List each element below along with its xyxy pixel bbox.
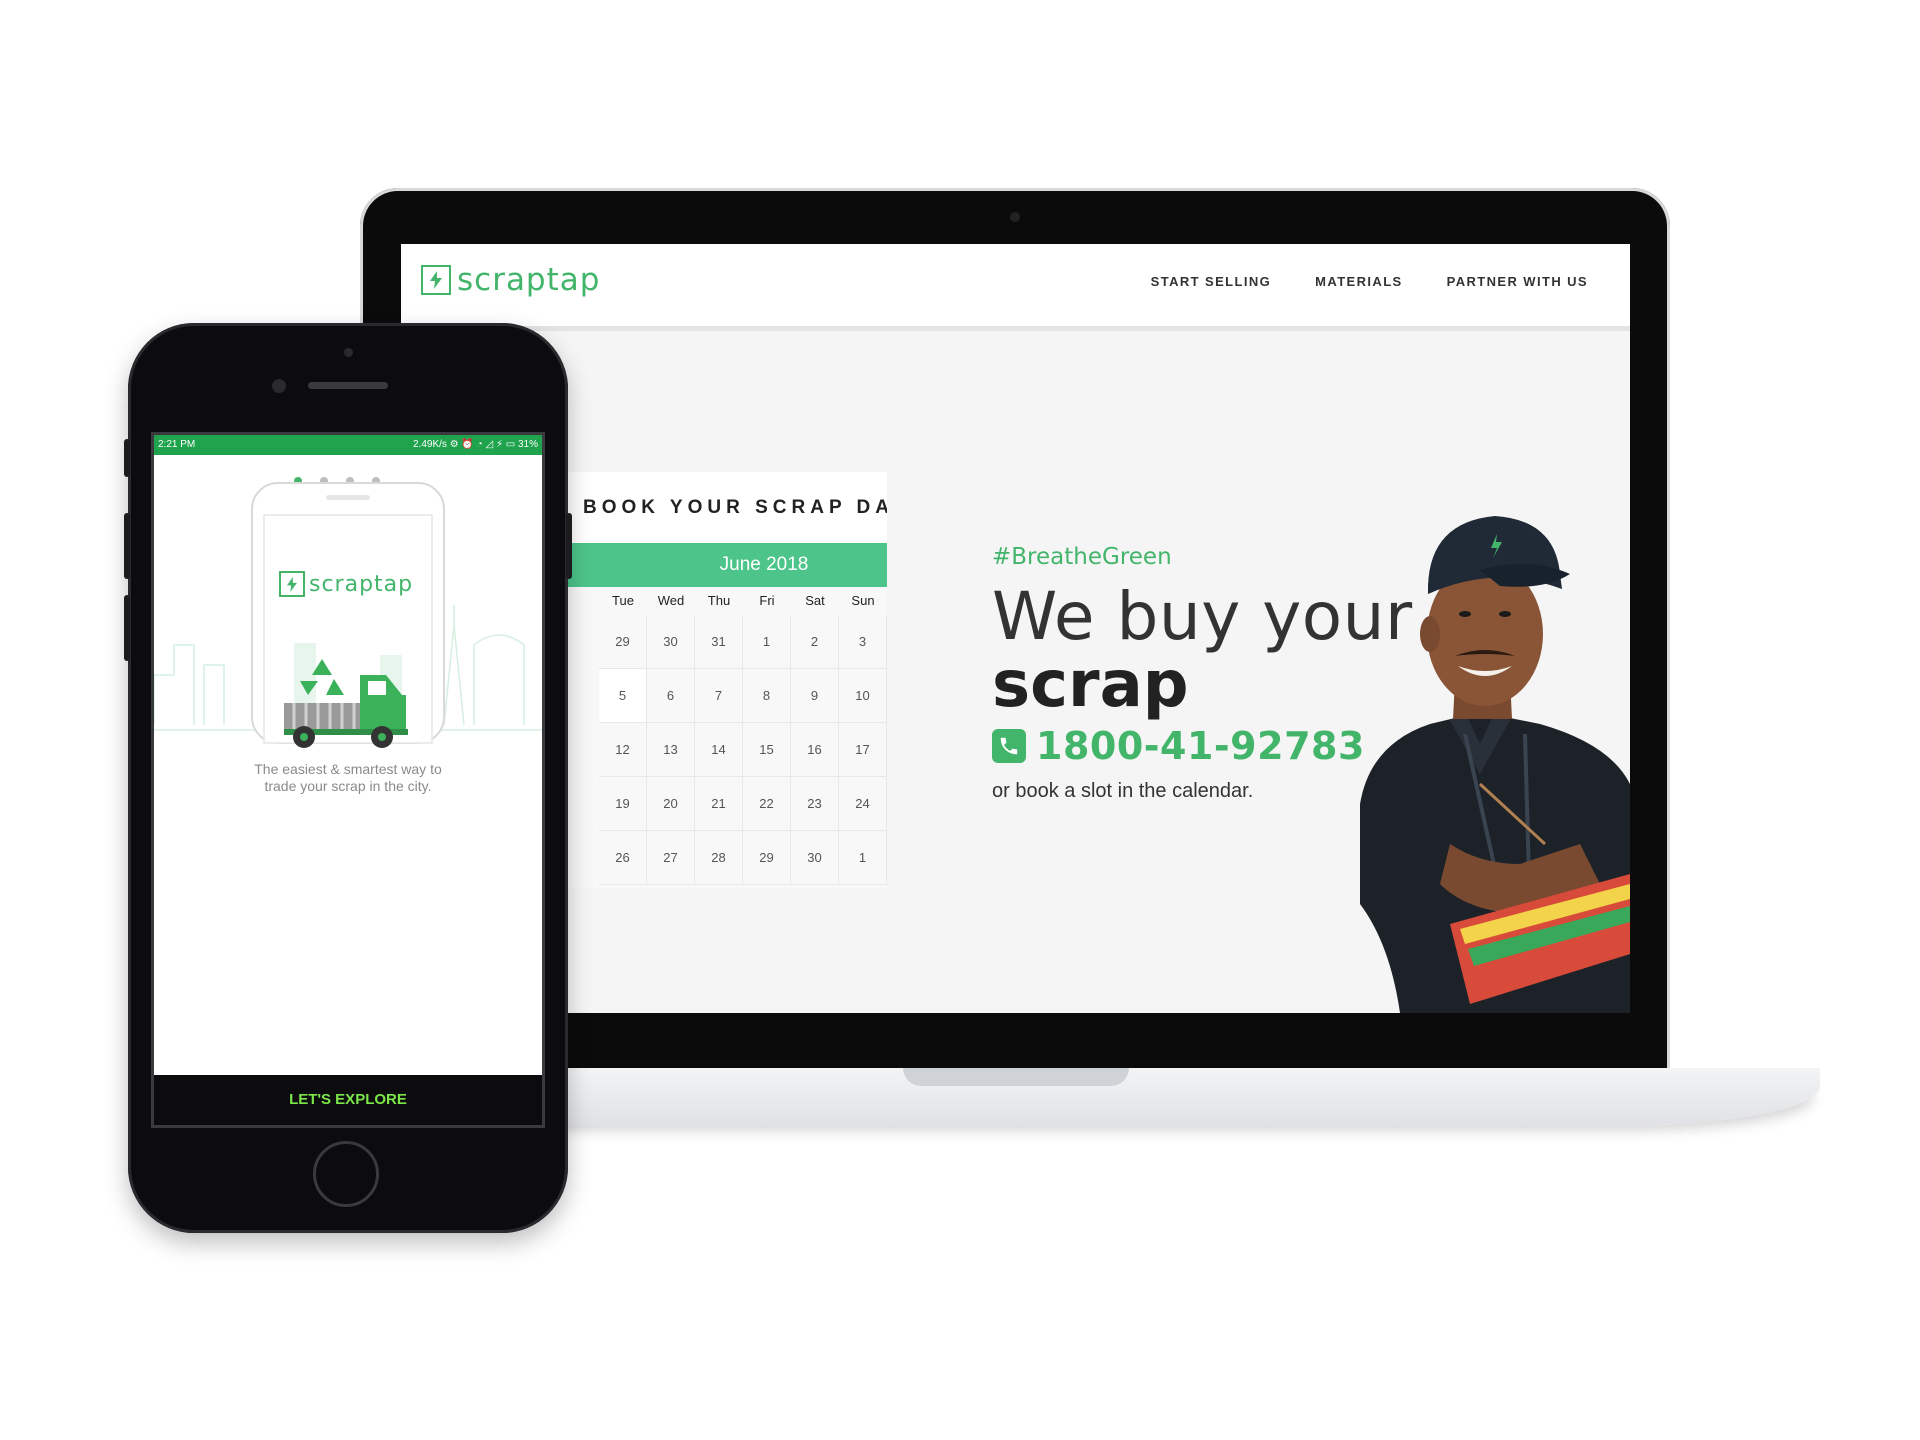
calendar-day[interactable]: 16 [791,723,839,777]
calendar-day[interactable]: 30 [647,615,695,669]
calendar-weekdays: Tue Wed Thu Fri Sat Sun [551,587,887,615]
calendar-day[interactable]: 2 [791,615,839,669]
calendar-day[interactable]: 29 [743,831,791,885]
app-screen: 2:21 PM 2.49K/s ⚙ ⏰ ◔ ◿ ⚡ ▭ 31% scraptap… [151,432,545,1128]
laptop-notch [903,1068,1129,1086]
proximity-sensor [344,348,353,357]
calendar-day[interactable]: 20 [647,777,695,831]
nav-start-selling[interactable]: START SELLING [1151,274,1272,289]
site-logo[interactable]: scraptap [421,260,600,300]
calendar-day[interactable]: 1 [839,831,887,885]
laptop-camera [1010,212,1020,222]
calendar-month[interactable]: June 2018 [551,543,887,587]
calendar-day[interactable]: 3 [839,615,887,669]
calendar-day[interactable]: 30 [791,831,839,885]
calendar-day[interactable]: 31 [695,615,743,669]
weekday-label: Sun [851,593,875,608]
logo-text: scraptap [457,262,601,298]
calendar-heading: BOOK YOUR SCRAP DAY [551,472,887,544]
calendar-day[interactable]: 9 [791,669,839,723]
calendar-day[interactable]: 13 [647,723,695,777]
mute-switch [124,439,130,477]
app-logo-text: scraptap [309,571,414,597]
weekday-label: Wed [657,593,685,608]
calendar-day[interactable]: 23 [791,777,839,831]
volume-up-button [124,513,130,579]
app-tagline: The easiest & smartest way to trade your… [154,761,542,795]
laptop-screen: scraptap START SELLING MATERIALS PARTNER… [401,244,1630,1013]
status-time: 2:21 PM [158,439,196,450]
weekday-label: Fri [759,593,775,608]
power-button [566,513,572,579]
calendar-day[interactable]: 17 [839,723,887,777]
calendar-day[interactable]: 14 [695,723,743,777]
calendar-day[interactable]: 15 [743,723,791,777]
site-nav: START SELLING MATERIALS PARTNER WITH US [1151,274,1588,289]
calendar-day[interactable]: 19 [599,777,647,831]
app-logo: scraptap [279,571,413,597]
status-indicators: 2.49K/s ⚙ ⏰ ◔ ◿ ⚡ ▭ 31% [413,439,538,450]
status-bar: 2:21 PM 2.49K/s ⚙ ⏰ ◔ ◿ ⚡ ▭ 31% [154,435,542,455]
weekday-label: Thu [707,593,731,608]
calendar-day[interactable]: 26 [599,831,647,885]
truck-illustration [154,482,542,748]
calendar-day-today[interactable]: 5 [599,669,647,723]
site-header: scraptap START SELLING MATERIALS PARTNER… [401,244,1630,331]
nav-materials[interactable]: MATERIALS [1315,274,1402,289]
calendar-day[interactable]: 24 [839,777,887,831]
calendar-day[interactable]: 12 [599,723,647,777]
calendar-day[interactable]: 28 [695,831,743,885]
calendar-day[interactable]: 10 [839,669,887,723]
calendar-card: BOOK YOUR SCRAP DAY June 2018 Tue Wed Th… [551,472,887,888]
earpiece-speaker [308,382,388,389]
calendar-day[interactable]: 8 [743,669,791,723]
calendar-day[interactable]: 22 [743,777,791,831]
phone-icon [992,729,1026,763]
calendar-day[interactable]: 7 [695,669,743,723]
nav-partner-with-us[interactable]: PARTNER WITH US [1447,274,1588,289]
calendar-day[interactable]: 27 [647,831,695,885]
tagline-line1: The easiest & smartest way to [254,761,442,777]
tagline-line2: trade your scrap in the city. [264,778,432,794]
calendar-grid: 29 30 31 1 2 3 5 6 7 8 9 10 12 13 14 15 … [599,615,887,885]
calendar-day[interactable]: 29 [599,615,647,669]
bolt-icon [421,265,451,295]
calendar-day[interactable]: 6 [647,669,695,723]
weekday-label: Tue [612,593,634,608]
phone-number[interactable]: 1800-41-92783 [1036,724,1365,768]
home-button[interactable] [313,1141,379,1207]
front-camera [272,379,286,393]
worker-photo [1360,516,1630,1013]
calendar-day[interactable]: 21 [695,777,743,831]
calendar-day[interactable]: 1 [743,615,791,669]
lets-explore-button[interactable]: LET'S EXPLORE [154,1075,542,1125]
volume-down-button [124,595,130,661]
bolt-icon [279,571,305,597]
phone-frame: 2:21 PM 2.49K/s ⚙ ⏰ ◔ ◿ ⚡ ▭ 31% scraptap… [124,323,572,1233]
weekday-label: Sat [805,593,825,608]
